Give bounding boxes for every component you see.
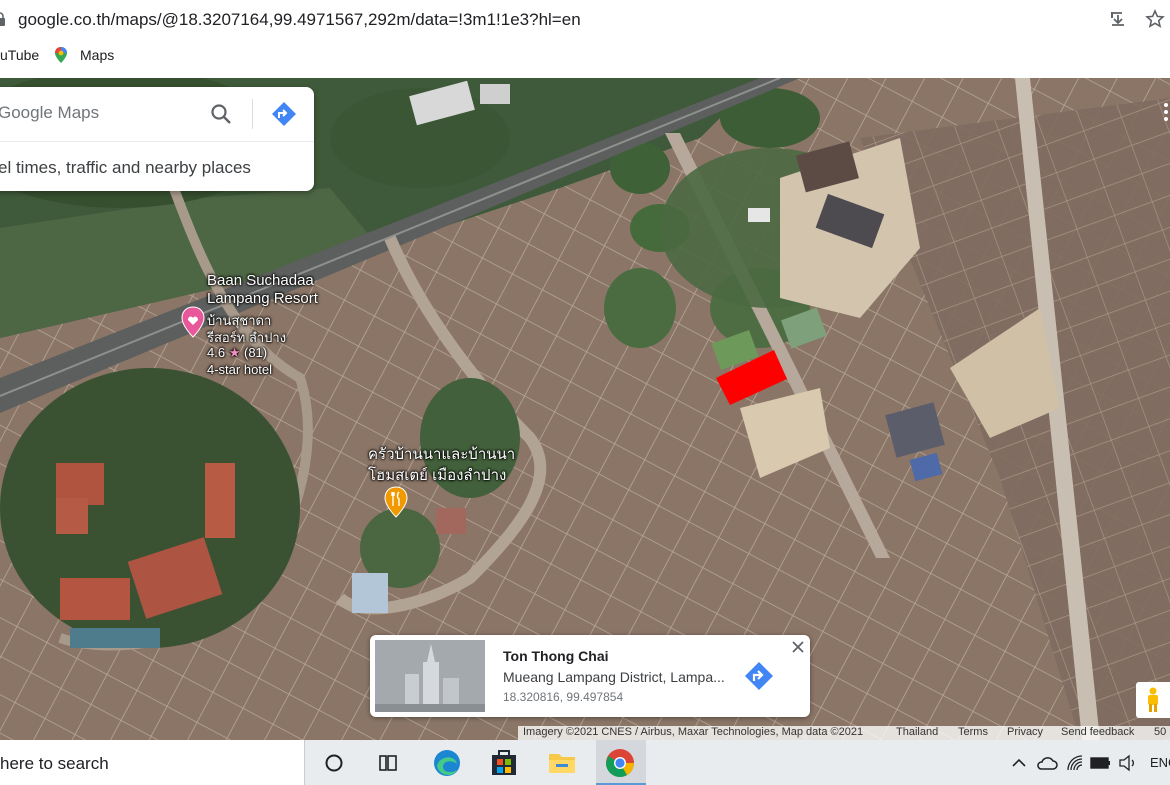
store-icon[interactable] — [482, 740, 526, 785]
place-info-card[interactable]: Ton Thong Chai Mueang Lampang District, … — [370, 635, 810, 717]
task-view-icon[interactable] — [366, 740, 410, 785]
hotel-rating: 4.6 ★ (81) — [207, 345, 267, 361]
hotel-label-en-2[interactable]: Lampang Resort — [207, 290, 318, 307]
search-suggestion[interactable]: el times, traffic and nearby places — [0, 158, 251, 178]
pegman-icon — [1148, 687, 1158, 712]
language-indicator[interactable]: ENG — [1150, 755, 1170, 770]
address-bar[interactable]: google.co.th/maps/@18.3207164,99.4971567… — [0, 0, 1170, 38]
taskbar-search-text[interactable]: here to search — [0, 754, 109, 774]
hotel-label-en-1[interactable]: Baan Suchadaa — [207, 272, 314, 289]
privacy-link[interactable]: Privacy — [1007, 726, 1043, 738]
taskbar-search-box[interactable]: here to search — [0, 740, 305, 785]
volume-icon[interactable] — [1118, 754, 1138, 772]
edge-browser-icon[interactable] — [425, 740, 469, 785]
restaurant-label-2[interactable]: โฮมสเตย์ เมืองลำปาง — [368, 463, 506, 487]
map-scale[interactable]: 50 — [1154, 726, 1166, 738]
country-link[interactable]: Thailand — [896, 726, 938, 738]
terms-link[interactable]: Terms — [958, 726, 988, 738]
restaurant-pin-icon[interactable] — [384, 486, 408, 518]
place-coordinates: 18.320816, 99.497854 — [503, 690, 624, 704]
hotel-review-count: (81) — [243, 345, 268, 360]
download-page-icon[interactable] — [1108, 9, 1128, 29]
battery-icon[interactable] — [1090, 755, 1112, 771]
windows-taskbar: here to search EN — [0, 740, 1170, 785]
browser-chrome: google.co.th/maps/@18.3207164,99.4971567… — [0, 0, 1170, 78]
chrome-icon — [606, 749, 634, 777]
place-thumbnail[interactable] — [375, 640, 485, 712]
close-icon[interactable] — [792, 641, 804, 653]
file-explorer-icon[interactable] — [540, 740, 584, 785]
city-placeholder-icon — [375, 640, 485, 712]
lock-icon — [0, 12, 5, 26]
street-view-pegman[interactable] — [1136, 682, 1170, 718]
send-feedback-link[interactable]: Send feedback — [1061, 726, 1134, 738]
place-title: Ton Thong Chai — [503, 648, 609, 664]
hotel-rating-value: 4.6 — [207, 345, 226, 360]
search-separator — [252, 99, 253, 129]
bookmark-star-icon[interactable] — [1145, 9, 1165, 29]
search-icon[interactable] — [210, 103, 232, 125]
hotel-pin-icon[interactable] — [181, 306, 205, 338]
search-card-divider — [0, 141, 314, 142]
cortana-icon[interactable] — [312, 740, 356, 785]
rating-star-icon: ★ — [228, 345, 241, 360]
search-input[interactable] — [0, 87, 218, 139]
bookmarks-bar: uTube Maps — [0, 40, 1170, 70]
place-directions-icon[interactable] — [744, 661, 774, 691]
bookmark-youtube[interactable]: uTube — [0, 47, 39, 63]
more-options-icon[interactable] — [1162, 102, 1170, 122]
search-panel: el times, traffic and nearby places — [0, 87, 314, 191]
imagery-credit: Imagery ©2021 CNES / Airbus, Maxar Techn… — [523, 726, 864, 738]
wifi-icon[interactable] — [1066, 754, 1086, 772]
chrome-taskbar-button[interactable] — [596, 740, 646, 785]
maps-pin-icon — [55, 47, 67, 63]
place-subtitle: Mueang Lampang District, Lampa... — [503, 669, 725, 685]
show-hidden-icons-chevron[interactable] — [1010, 754, 1028, 772]
url-text[interactable]: google.co.th/maps/@18.3207164,99.4971567… — [18, 10, 581, 30]
onedrive-cloud-icon[interactable] — [1036, 754, 1058, 772]
bookmark-maps[interactable]: Maps — [80, 47, 114, 63]
directions-icon[interactable] — [271, 101, 297, 127]
map-attribution: Imagery ©2021 CNES / Airbus, Maxar Techn… — [518, 726, 1170, 740]
hotel-class: 4-star hotel — [207, 362, 273, 377]
